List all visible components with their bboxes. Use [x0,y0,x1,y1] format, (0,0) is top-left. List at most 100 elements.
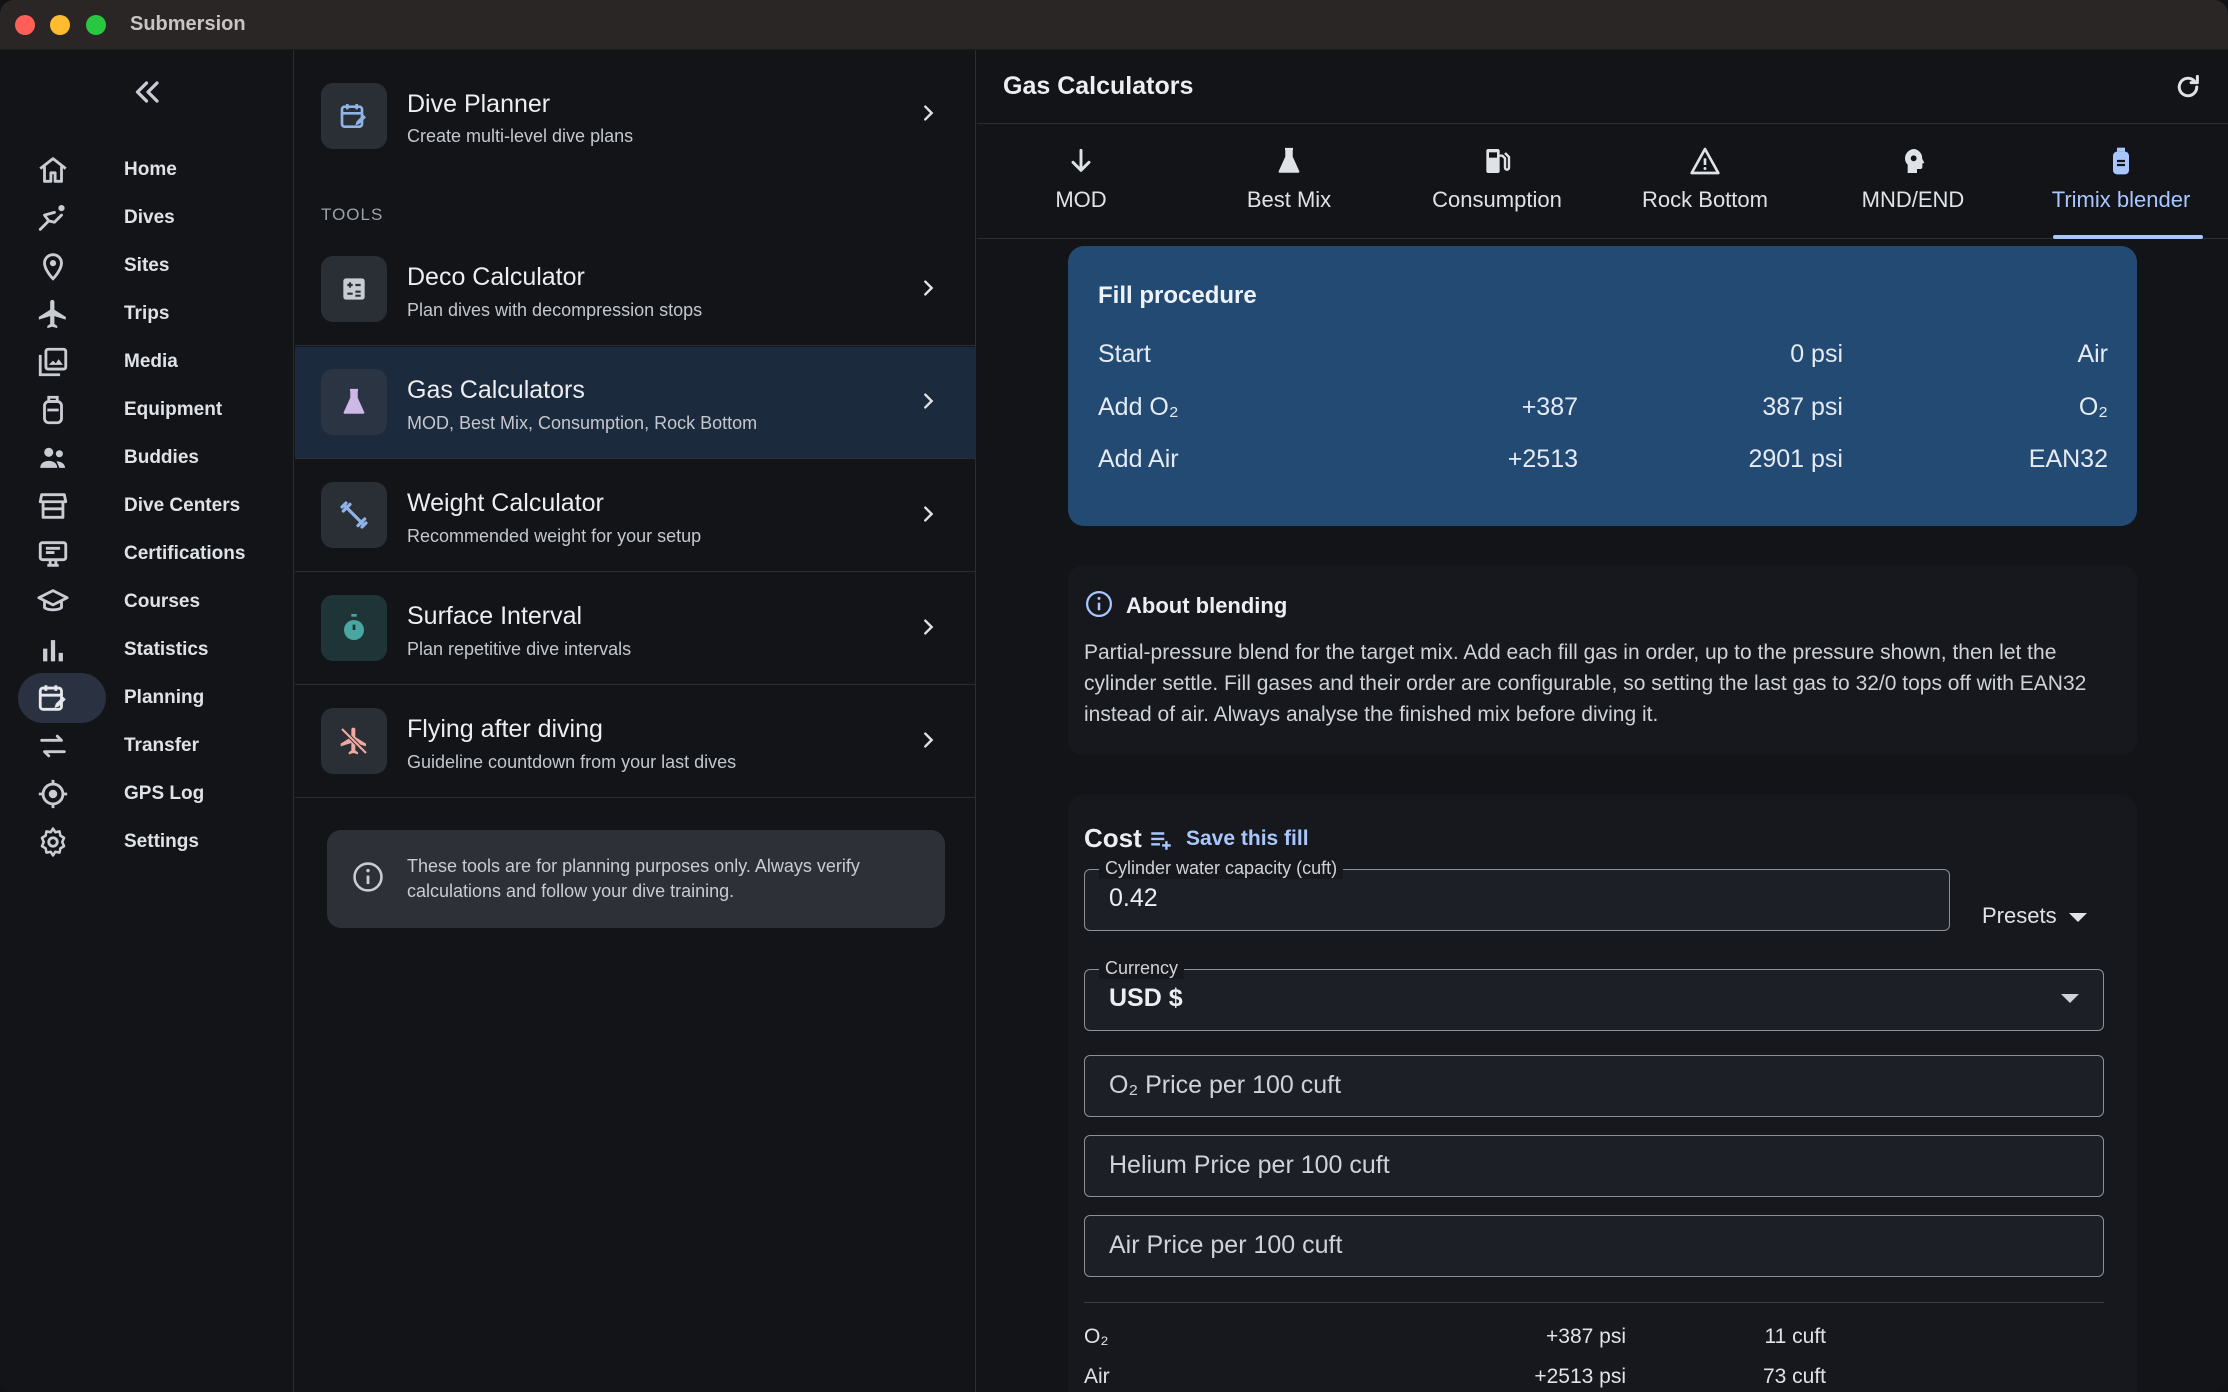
airplane-icon [36,297,70,331]
about-blending-card: About blending Partial-pressure blend fo… [1068,565,2137,755]
field-value: USD $ [1109,984,1183,1012]
nav-label-statistics: Statistics [124,639,209,660]
caret-down-icon [2068,913,2087,922]
gas-calculators-panel: Gas Calculators MOD Best Mix Consumption… [977,50,2228,1392]
info-icon [353,862,383,892]
tool-row-weight-calculator[interactable]: Weight Calculator Recommended weight for… [295,460,976,572]
step-gas: EAN32 [2028,445,2108,473]
step-pressure: 0 psi [1790,340,1843,368]
fill-step-row: Start 0 psi Air [1098,340,2108,376]
nav-item-planning[interactable]: Planning [18,673,288,723]
gear-icon [36,825,70,859]
timer-icon [321,595,387,661]
window-title: Submersion [130,13,246,35]
nav-item-media[interactable]: Media [18,337,288,387]
nav-item-statistics[interactable]: Statistics [18,625,288,675]
card-icon [36,537,70,571]
o2-price-input[interactable]: O₂ Price per 100 cuft [1084,1055,2104,1117]
field-value: 0.42 [1109,884,1158,912]
nav-item-dives[interactable]: Dives [18,193,288,243]
nav-item-gps-log[interactable]: GPS Log [18,769,288,819]
tool-row-gas-calculators[interactable]: Gas Calculators MOD, Best Mix, Consumpti… [295,347,976,459]
tab-consumption[interactable]: Consumption [1393,125,1601,239]
cylinder-capacity-field[interactable]: Cylinder water capacity (cuft) 0.42 [1084,858,1950,931]
nav-label-gps-log: GPS Log [124,783,205,804]
home-icon [36,153,70,187]
nav-item-certifications[interactable]: Certifications [18,529,288,579]
tool-title: Surface Interval [407,602,583,630]
refresh-icon[interactable] [2173,72,2203,102]
field-placeholder: Air Price per 100 cuft [1109,1231,1343,1259]
tools-section-label: TOOLS [321,205,384,224]
divider [1084,1302,2104,1303]
nav-label-equipment: Equipment [124,399,223,420]
chevron-right-icon [917,503,939,525]
cost-title: Cost [1084,823,1142,853]
tool-row-deco-calculator[interactable]: Deco Calculator Plan dives with decompre… [295,234,976,346]
calculator-icon [321,256,387,322]
air-price-input[interactable]: Air Price per 100 cuft [1084,1215,2104,1277]
double-chevron-left-icon[interactable] [130,74,166,110]
arrow-down-icon [1071,148,1091,172]
nav-item-home[interactable]: Home [18,145,288,195]
field-label: Cylinder water capacity (cuft) [1099,858,1344,879]
summary-volume: 73 cuft [1762,1365,1826,1388]
head-gear-icon [1905,149,1925,173]
title-bar: Submersion [0,0,2228,50]
chevron-right-icon [917,616,939,638]
tool-subtitle: Guideline countdown from your last dives [407,752,737,772]
diver-icon [36,201,70,235]
helium-price-input[interactable]: Helium Price per 100 cuft [1084,1135,2104,1197]
tool-row-surface-interval[interactable]: Surface Interval Plan repetitive dive in… [295,573,976,685]
chevron-right-icon [917,729,939,751]
nav-item-dive-centers[interactable]: Dive Centers [18,481,288,531]
step-gas: Air [2077,340,2108,368]
tab-rock-bottom[interactable]: Rock Bottom [1601,125,1809,239]
close-window-button[interactable] [15,15,35,35]
tool-row-flying-after-diving[interactable]: Flying after diving Guideline countdown … [295,686,976,798]
tab-trimix-blender[interactable]: Trimix blender [2017,125,2225,239]
page-title: Gas Calculators [1003,72,1194,100]
tool-title: Gas Calculators [407,376,585,404]
location-pin-icon [36,249,70,283]
nav-item-courses[interactable]: Courses [18,577,288,627]
fill-step-row: Add O₂ +387 387 psi O₂ [1098,393,2108,429]
presets-dropdown[interactable]: Presets [1982,903,2087,929]
airplane-off-icon [321,708,387,774]
tab-label: MND/END [1861,187,1965,212]
nav-item-buddies[interactable]: Buddies [18,433,288,483]
tab-best-mix[interactable]: Best Mix [1185,125,1393,239]
nav-item-transfer[interactable]: Transfer [18,721,288,771]
summary-gas: O₂ [1084,1325,1109,1348]
calendar-edit-icon [36,681,70,715]
fuel-pump-icon [1486,149,1511,173]
field-placeholder: Helium Price per 100 cuft [1109,1151,1390,1179]
calculator-tabs: MOD Best Mix Consumption Rock Bottom MND… [977,125,2228,239]
save-fill-label: Save this fill [1186,827,1309,850]
minimize-window-button[interactable] [50,15,70,35]
currency-select[interactable]: Currency USD $ [1084,958,2104,1031]
zoom-window-button[interactable] [86,15,106,35]
tool-subtitle: MOD, Best Mix, Consumption, Rock Bottom [407,413,758,433]
detail-header: Gas Calculators [977,50,2228,124]
gps-icon [36,777,70,811]
nav-item-settings[interactable]: Settings [18,817,288,867]
field-label: Currency [1099,958,1185,979]
nav-item-sites[interactable]: Sites [18,241,288,291]
fill-procedure-card: Fill procedure Start 0 psi Air Add O₂ +3… [1068,246,2137,526]
tank-icon [36,393,70,427]
tab-mnd-end[interactable]: MND/END [1809,125,2017,239]
tab-mod[interactable]: MOD [977,125,1185,239]
summary-volume: 11 cuft [1764,1325,1826,1348]
nav-label-dives: Dives [124,207,175,228]
nav-item-trips[interactable]: Trips [18,289,288,339]
nav-label-transfer: Transfer [124,735,199,756]
tool-row-dive-planner[interactable]: Dive Planner Create multi-level dive pla… [295,50,976,162]
warning-icon [1690,147,1720,175]
nav-item-equipment[interactable]: Equipment [18,385,288,435]
summary-pressure: +387 psi [1546,1325,1626,1348]
nav-label-trips: Trips [124,303,170,324]
step-name: Start [1098,340,1151,368]
tool-subtitle: Plan repetitive dive intervals [407,639,632,659]
info-icon [1086,591,1112,617]
